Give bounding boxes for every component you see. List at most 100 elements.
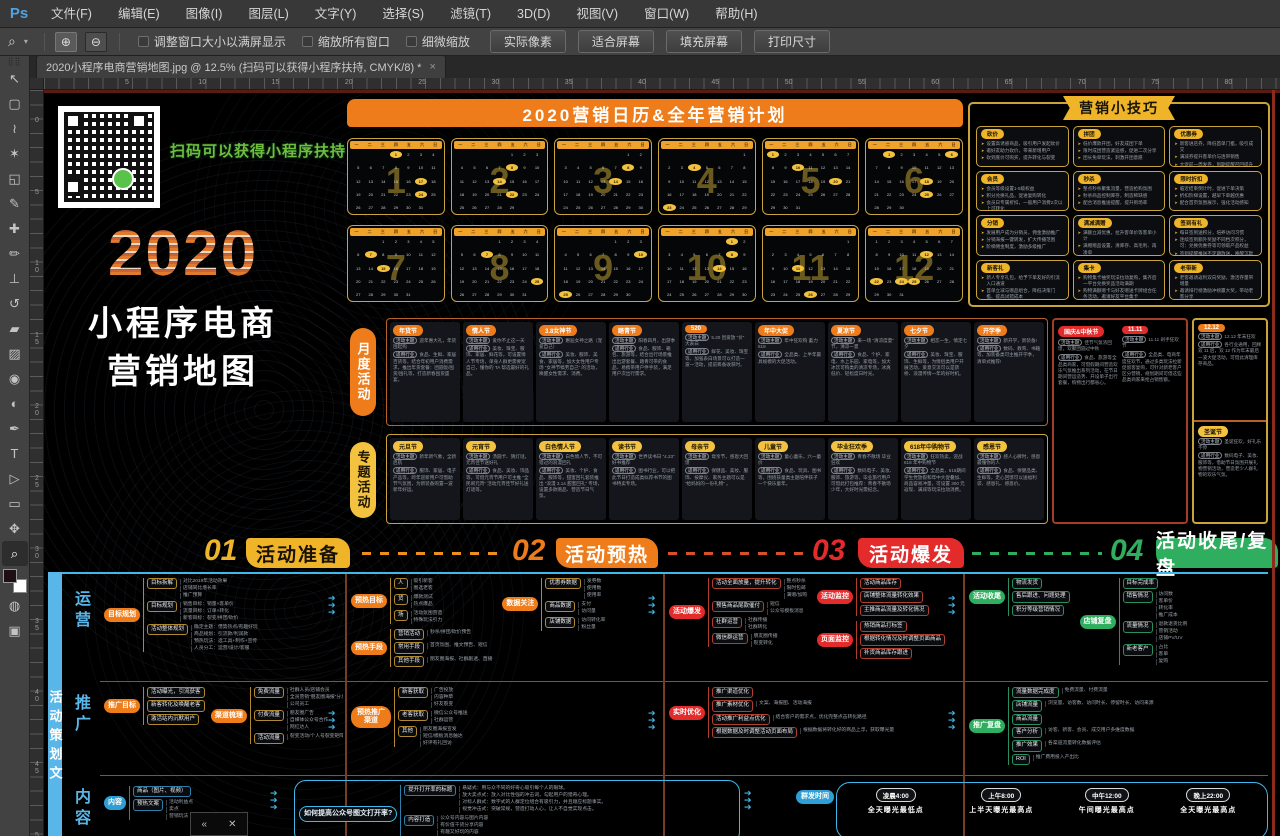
eraser-tool[interactable]: ▰	[2, 316, 28, 341]
marquee-tool[interactable]: ▢	[2, 91, 28, 116]
mindmap-root: 推广目标	[104, 699, 140, 713]
checkbox-icon[interactable]	[406, 36, 417, 47]
magic-wand-tool[interactable]: ✶	[2, 141, 28, 166]
menu-item-5[interactable]: 选择(S)	[369, 0, 437, 28]
day-cell: 21	[945, 265, 958, 272]
branches: 流量数据完成度免费流量、付费流量店铺流量浏览量、访客数、访问时长、停留时长、访问…	[1008, 687, 1154, 765]
mindmap-root: 店铺复盘	[1080, 615, 1116, 629]
options-button-3[interactable]: 打印尺寸	[754, 30, 830, 53]
menu-item-8[interactable]: 视图(V)	[563, 0, 631, 28]
day-cell: 9	[506, 251, 519, 258]
menu-item-2[interactable]: 图像(I)	[173, 0, 236, 28]
shape-tool[interactable]: ▭	[2, 491, 28, 516]
brush-tool[interactable]: ✏	[2, 241, 28, 266]
hand-tool[interactable]: ✥	[2, 516, 28, 541]
checkbox-icon[interactable]	[138, 36, 149, 47]
options-button-0[interactable]: 实际像素	[490, 30, 566, 53]
mindmap-root: 活动收尾	[969, 590, 1005, 604]
day-cell: 20	[713, 191, 726, 198]
collapse-icon[interactable]: «	[202, 819, 208, 830]
history-brush-tool[interactable]: ↺	[2, 291, 28, 316]
topical-activities-frame: 元旦节活动主题新年新气象，全新启航适用行业服饰、家居、电子产品等，跨年迎新用户可…	[386, 434, 1048, 524]
theme-label: 活动主题	[685, 334, 709, 341]
day-cell: 25	[427, 191, 440, 198]
card-theme: 活动主题母亲节，感恩大回馈	[685, 454, 749, 466]
day-cell: 14	[842, 164, 855, 171]
leaf-line: 发券数	[584, 579, 601, 585]
panel-grip[interactable]: ⣿⣿	[8, 58, 22, 66]
options-button-1[interactable]: 适合屏幕	[578, 30, 654, 53]
weekday-header: 一二三四五六日	[765, 141, 857, 149]
pen-tool[interactable]: ✒	[2, 416, 28, 441]
mindmap-root: 目标规划	[104, 608, 140, 622]
menu-item-0[interactable]: 文件(F)	[38, 0, 105, 28]
day-cell: 25	[920, 191, 933, 198]
move-tool[interactable]: ↖	[2, 66, 28, 91]
calendar-month-3: 一二三四五六日312345678910111213141516171819202…	[554, 138, 652, 215]
menu-item-3[interactable]: 图层(L)	[235, 0, 301, 28]
branch: 货爆款测试热点爆品	[394, 594, 442, 608]
zoom-out-mode-button[interactable]: ⊖	[85, 32, 107, 52]
ruler-number: 25	[418, 79, 426, 86]
phase-dashes-1	[668, 552, 804, 555]
card-industry: 适用行业美妆、个护、食品、服饰等，甜蜜回礼套装推出 “浪漫 3.14 甜蜜回礼”…	[539, 468, 603, 499]
tab-close-icon[interactable]: ×	[429, 61, 435, 73]
option-checkbox-0[interactable]: 调整窗口大小以满屏显示	[138, 33, 286, 50]
document-canvas[interactable]: 扫码可以获得小程序扶持2020小程序电商营销地图2020营销日历&全年营销计划一…	[44, 90, 1280, 836]
path-selection-tool[interactable]: ▷	[2, 466, 28, 491]
leaf-line: 店铺同比增长率	[180, 586, 227, 592]
branch-children: 广告投放内容种草好友裂变	[431, 687, 453, 708]
day-cell: 27	[701, 291, 714, 298]
foreground-color-swatch[interactable]	[3, 569, 17, 583]
status-mini-panel[interactable]: «✕	[190, 812, 248, 836]
zoom-in-mode-button[interactable]: ⊕	[55, 32, 77, 52]
card-title-pill: 白色情人节	[539, 441, 581, 452]
zoom-tool[interactable]: ⌕	[2, 541, 28, 566]
healing-brush-tool[interactable]: ✚	[2, 216, 28, 241]
monthly-card-8: 开学季活动主题新开学，新装备!适用行业数码、教育、书籍等，加装备类可主推开学季，…	[974, 322, 1044, 422]
card-industry: 适用行业数码、教育、书籍等，加装备类可主推开学季，清单式推荐!	[977, 346, 1041, 365]
screen-mode-button[interactable]: ▣	[2, 618, 28, 643]
calendar-month-10: 一二三四五六日101234567891011121314151617181920…	[658, 225, 756, 302]
day-cell: 2	[895, 151, 908, 158]
day-cell: 15	[377, 265, 390, 272]
eyedropper-tool[interactable]: ✎	[2, 191, 28, 216]
zoom-tool-icon[interactable]: ⌕	[6, 33, 18, 50]
option-checkbox-1[interactable]: 缩放所有窗口	[302, 33, 390, 50]
type-tool[interactable]: T	[2, 441, 28, 466]
card-theme: 活动主题佳节气氛浓回馈，欢聚团圆过中秋	[1058, 340, 1118, 352]
checkbox-icon[interactable]	[302, 36, 313, 47]
document-tab[interactable]: 2020小程序电商营销地图.jpg @ 12.5% (扫码可以获得小程序扶持, …	[36, 55, 446, 78]
branch: 活动全面放量，提升转化整点秒杀限时包邮满赠/加购	[712, 578, 807, 599]
blur-tool[interactable]: ◉	[2, 366, 28, 391]
branch-label: 销售情况	[1123, 591, 1153, 602]
tip-line: 分销海报一键转发，扩大传播范围	[981, 237, 1064, 243]
day-cell: 29	[377, 291, 390, 298]
menu-item-10[interactable]: 帮助(H)	[702, 0, 770, 28]
lasso-tool[interactable]: ≀	[2, 116, 28, 141]
crop-tool[interactable]: ◱	[2, 166, 28, 191]
send-times-box: 凌晨4:00全天曝光最低点上午8:00上半天曝光最高点中午12:00午间曝光最高…	[836, 782, 1268, 836]
dodge-tool[interactable]: ◐	[2, 391, 28, 416]
menu-item-7[interactable]: 3D(D)	[504, 0, 563, 28]
quick-mask-button[interactable]: ◍	[2, 593, 28, 618]
close-icon[interactable]: ✕	[228, 819, 236, 830]
gradient-tool[interactable]: ▨	[2, 341, 28, 366]
options-button-2[interactable]: 填充屏幕	[666, 30, 742, 53]
day-cell	[842, 204, 855, 211]
branch-label: 推广渠道优化	[712, 687, 753, 698]
menu-item-6[interactable]: 滤镜(T)	[437, 0, 504, 28]
menu-item-1[interactable]: 编辑(E)	[105, 0, 173, 28]
color-swatches[interactable]	[3, 569, 27, 593]
clone-stamp-tool[interactable]: ⊥	[2, 266, 28, 291]
day-cell	[701, 238, 714, 245]
option-checkbox-2[interactable]: 细微缩放	[406, 33, 470, 50]
branch-children: 朋友圈传播裂变转化	[751, 633, 778, 647]
day-cell: 6	[933, 238, 946, 245]
card-industry: 适用行业食品、生鲜、家居百货等，结合年初用户消费需求，推出年货套餐：团圆饭/囤货…	[393, 352, 457, 383]
leaf-line: 确定主题：借势热点/有趣好玩	[191, 625, 258, 631]
tool-preset-caret-icon[interactable]: ▾	[24, 37, 28, 46]
menu-item-4[interactable]: 文字(Y)	[302, 0, 370, 28]
menu-item-9[interactable]: 窗口(W)	[631, 0, 702, 28]
day-cell: 11	[531, 251, 544, 258]
